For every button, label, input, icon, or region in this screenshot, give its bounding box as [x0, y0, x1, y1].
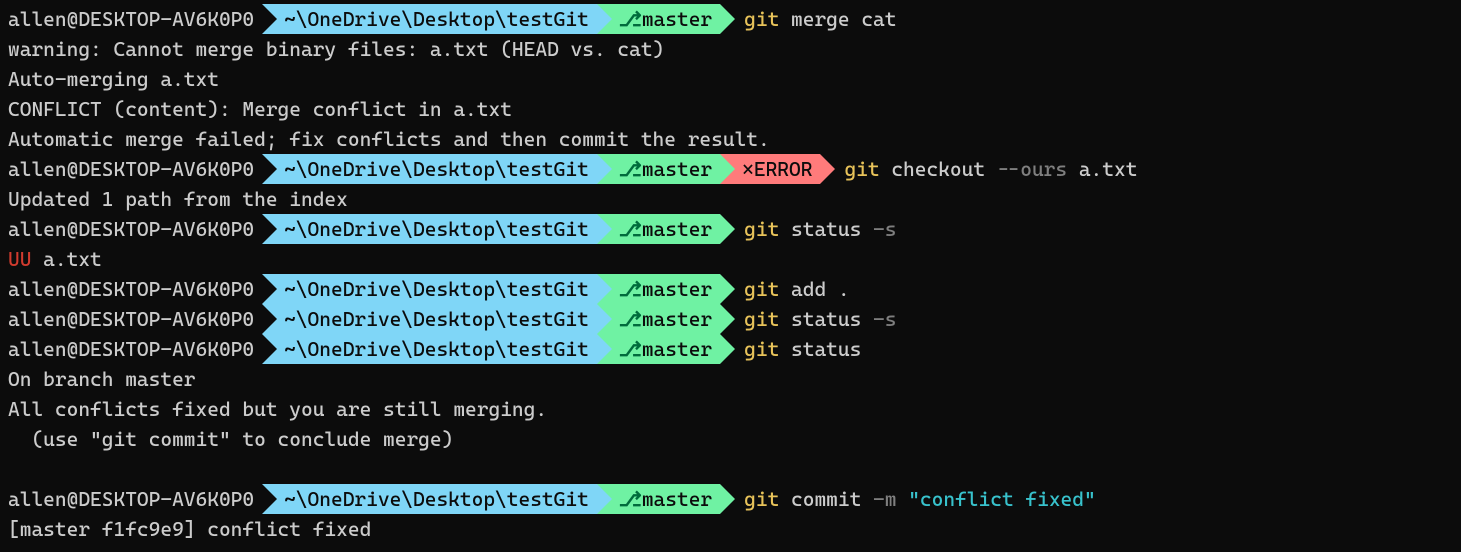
cmd-sub: merge cat	[791, 7, 896, 31]
path-segment: ~\OneDrive\Desktop\testGit	[262, 4, 597, 34]
branch-segment: ⎇master	[597, 334, 720, 364]
user-segment: allen@DESKTOP-AV6K0P0	[0, 214, 262, 244]
output-line: UU a.txt	[0, 244, 1461, 274]
error-segment: ⨯ERROR	[720, 154, 820, 184]
user-segment: allen@DESKTOP-AV6K0P0	[0, 4, 262, 34]
output-line: Automatic merge failed; fix conflicts an…	[0, 124, 1461, 154]
command-input[interactable]: git status -s	[720, 307, 896, 331]
branch-icon: ⎇	[619, 277, 642, 301]
path-segment: ~\OneDrive\Desktop\testGit	[262, 154, 597, 184]
path-segment: ~\OneDrive\Desktop\testGit	[262, 484, 597, 514]
branch-segment: ⎇master	[597, 214, 720, 244]
status-file: a.txt	[31, 247, 101, 271]
output-line: Auto-merging a.txt	[0, 64, 1461, 94]
status-code-uu: UU	[8, 247, 31, 271]
branch-icon: ⎇	[619, 337, 642, 361]
prompt-line[interactable]: allen@DESKTOP-AV6K0P0~\OneDrive\Desktop\…	[0, 484, 1461, 514]
command-input[interactable]: git add .	[720, 277, 849, 301]
path-segment: ~\OneDrive\Desktop\testGit	[262, 214, 597, 244]
branch-segment: ⎇master	[597, 304, 720, 334]
prompt-line[interactable]: allen@DESKTOP-AV6K0P0~\OneDrive\Desktop\…	[0, 304, 1461, 334]
path-segment: ~\OneDrive\Desktop\testGit	[262, 334, 597, 364]
path-text: ~\OneDrive\Desktop\testGit	[284, 7, 589, 31]
user-segment: allen@DESKTOP-AV6K0P0	[0, 154, 262, 184]
path-segment: ~\OneDrive\Desktop\testGit	[262, 274, 597, 304]
user-segment: allen@DESKTOP-AV6K0P0	[0, 274, 262, 304]
branch-icon: ⎇	[619, 7, 642, 31]
command-input[interactable]: git merge cat	[720, 7, 896, 31]
branch-icon: ⎇	[619, 307, 642, 331]
branch-icon: ⎇	[619, 487, 642, 511]
output-line: warning: Cannot merge binary files: a.tx…	[0, 34, 1461, 64]
path-segment: ~\OneDrive\Desktop\testGit	[262, 304, 597, 334]
prompt-line[interactable]: allen@DESKTOP-AV6K0P0~\OneDrive\Desktop\…	[0, 274, 1461, 304]
branch-icon: ⎇	[619, 217, 642, 241]
command-input[interactable]: git commit -m "conflict fixed"	[720, 487, 1096, 511]
prompt-line[interactable]: allen@DESKTOP-AV6K0P0~\OneDrive\Desktop\…	[0, 334, 1461, 364]
prompt-line[interactable]: allen@DESKTOP-AV6K0P0 ~\OneDrive\Desktop\…	[0, 4, 1461, 34]
error-text: ⨯ERROR	[742, 157, 812, 181]
branch-icon: ⎇	[619, 157, 642, 181]
branch-segment: ⎇master	[597, 154, 720, 184]
output-line: (use "git commit" to conclude merge)	[0, 424, 1461, 454]
command-input[interactable]: git status -s	[720, 217, 896, 241]
branch-segment: ⎇master	[597, 4, 720, 34]
user-segment: allen@DESKTOP-AV6K0P0	[0, 304, 262, 334]
output-line: On branch master	[0, 364, 1461, 394]
branch-segment: ⎇master	[597, 274, 720, 304]
command-input[interactable]: git status	[720, 337, 861, 361]
output-line: Updated 1 path from the index	[0, 184, 1461, 214]
cmd-git: git	[744, 7, 779, 31]
prompt-line[interactable]: allen@DESKTOP-AV6K0P0~\OneDrive\Desktop\…	[0, 214, 1461, 244]
branch-text: master	[642, 7, 712, 31]
prompt-line[interactable]: allen@DESKTOP-AV6K0P0~\OneDrive\Desktop\…	[0, 154, 1461, 184]
branch-segment: ⎇master	[597, 484, 720, 514]
blank-line	[0, 454, 1461, 484]
output-line: CONFLICT (content): Merge conflict in a.…	[0, 94, 1461, 124]
output-line: [master f1fc9e9] conflict fixed	[0, 514, 1461, 544]
output-line: All conflicts fixed but you are still me…	[0, 394, 1461, 424]
command-input[interactable]: git checkout --ours a.txt	[820, 157, 1137, 181]
user-text: allen@DESKTOP-AV6K0P0	[8, 7, 254, 31]
user-segment: allen@DESKTOP-AV6K0P0	[0, 334, 262, 364]
user-segment: allen@DESKTOP-AV6K0P0	[0, 484, 262, 514]
